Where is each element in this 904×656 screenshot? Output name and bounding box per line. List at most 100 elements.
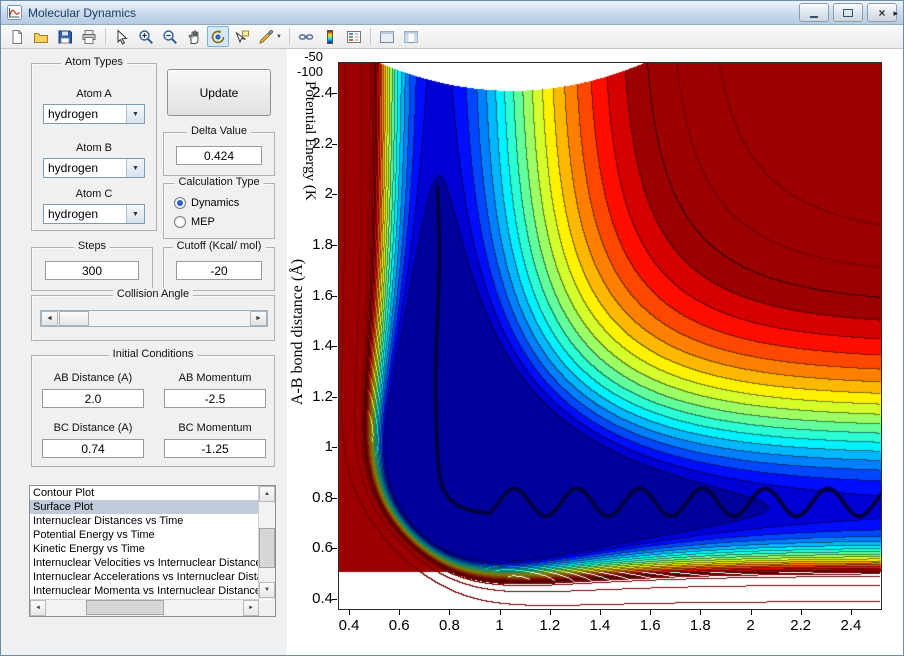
y-tick-label: 1.8 [312, 236, 333, 253]
atom-types-panel: Atom Types Atom A hydrogen ▼ Atom B hydr… [31, 56, 157, 231]
minimize-button[interactable] [799, 3, 829, 22]
slider-thumb[interactable] [59, 311, 89, 326]
y-tick-mark [332, 93, 337, 95]
y-tick-label: 1.4 [312, 337, 333, 355]
brush-button[interactable] [255, 26, 277, 47]
y-tick-label: 2.4 [312, 84, 333, 102]
list-horizontal-scrollbar[interactable]: ◄ ► [30, 599, 259, 616]
atom-b-dropdown[interactable]: hydrogen ▼ [43, 158, 145, 178]
slider-left-arrow-icon[interactable]: ◄ [41, 311, 58, 326]
atom-a-label: Atom A [76, 88, 112, 100]
x-tick-label: 1.2 [539, 617, 561, 634]
toolbar-overflow-icon[interactable]: ▸ [893, 8, 898, 19]
open-file-button[interactable] [30, 26, 52, 47]
titlebar[interactable]: Molecular Dynamics × [1, 1, 903, 25]
insert-colorbar-button[interactable] [319, 26, 341, 47]
vertical-scroll-track[interactable] [259, 502, 275, 582]
x-tick-label: 2 [746, 617, 755, 634]
close-icon: × [878, 5, 886, 20]
toolbar-separator [289, 28, 290, 45]
save-figure-button[interactable] [54, 26, 76, 47]
list-vertical-scrollbar[interactable]: ▲ ▼ [258, 486, 275, 599]
window-controls: × [799, 3, 897, 22]
zoom-in-button[interactable] [135, 26, 157, 47]
initial-conditions-panel-title: Initial Conditions [108, 348, 198, 360]
toolbar-separator [370, 28, 371, 45]
chevron-down-icon[interactable]: ▼ [126, 159, 144, 177]
zoom-out-button[interactable] [159, 26, 181, 47]
y-tick-label: 2 [324, 185, 333, 203]
ab-distance-label: AB Distance (A) [53, 372, 133, 384]
pan-button[interactable] [183, 26, 205, 47]
edit-plot-icon [114, 28, 130, 45]
y-tick-label: 0.6 [312, 539, 333, 557]
collision-angle-slider[interactable]: ◄ ► [40, 310, 268, 327]
list-item[interactable]: Potential Energy vs Time [30, 528, 258, 542]
steps-panel-title: Steps [73, 240, 111, 252]
list-item[interactable]: Kinetic Energy vs Time [30, 542, 258, 556]
show-plot-tools-button[interactable] [400, 26, 422, 47]
bc-momentum-input[interactable] [164, 439, 266, 458]
chevron-down-icon[interactable]: ▼ [126, 205, 144, 223]
open-file-icon [33, 29, 49, 45]
ab-momentum-input[interactable] [164, 389, 266, 408]
edit-plot-button[interactable] [111, 26, 133, 47]
atom-b-label: Atom B [75, 142, 113, 154]
cutoff-input[interactable] [176, 261, 262, 280]
rotate-3d-button[interactable] [207, 26, 229, 47]
slider-right-arrow-icon[interactable]: ► [250, 311, 267, 326]
chevron-down-icon[interactable]: ▼ [126, 105, 144, 123]
horizontal-scroll-thumb[interactable] [86, 600, 164, 615]
new-figure-button[interactable] [6, 26, 28, 47]
list-item[interactable]: Internuclear Accelerations vs Internucle… [30, 570, 258, 584]
y-tick-mark [332, 245, 337, 246]
x-tick-label: 1.6 [639, 617, 661, 634]
x-tick-mark [750, 610, 752, 615]
atom-b-value: hydrogen [48, 161, 99, 175]
toolbar-separator [105, 28, 106, 45]
ab-distance-input[interactable] [42, 389, 144, 408]
x-tick-mark [700, 610, 702, 615]
list-item[interactable]: Internuclear Momenta vs Internuclear Dis… [30, 584, 258, 598]
scroll-left-icon[interactable]: ◄ [30, 600, 46, 616]
scroll-down-icon[interactable]: ▼ [259, 582, 275, 598]
slider-track[interactable] [58, 311, 250, 326]
scroll-up-icon[interactable]: ▲ [259, 486, 275, 502]
calculation-type-panel: Calculation Type Dynamics MEP [163, 176, 275, 239]
atom-c-dropdown[interactable]: hydrogen ▼ [43, 204, 145, 224]
maximize-button[interactable] [833, 3, 863, 22]
y-tick-label: 0.8 [312, 488, 333, 506]
list-item[interactable]: Surface Plot [30, 500, 258, 514]
initial-conditions-panel: Initial Conditions AB Distance (A) AB Mo… [31, 348, 275, 467]
update-button[interactable]: Update [167, 69, 271, 116]
delta-value-input[interactable] [176, 146, 262, 165]
print-figure-button[interactable] [78, 26, 100, 47]
list-item[interactable]: Contour Plot [30, 486, 258, 500]
brush-dropdown-arrow-icon[interactable]: ▼ [276, 34, 285, 40]
z-tick-label: -50 [304, 49, 323, 64]
list-item[interactable]: Internuclear Distances vs Time [30, 514, 258, 528]
pes-contour-canvas[interactable] [339, 63, 881, 609]
list-item[interactable]: Internuclear Velocities vs Internuclear … [30, 556, 258, 570]
bc-distance-input[interactable] [42, 439, 144, 458]
scroll-right-icon[interactable]: ► [243, 600, 259, 616]
data-cursor-button[interactable] [231, 26, 253, 47]
y-tick-mark [332, 396, 337, 398]
new-figure-icon [9, 29, 25, 45]
radio-dynamics[interactable] [174, 197, 186, 209]
vertical-scroll-thumb[interactable] [259, 528, 275, 568]
link-plots-icon [298, 29, 314, 45]
y-tick-mark [332, 143, 337, 145]
x-tick-label: 0.8 [438, 617, 460, 634]
insert-legend-button[interactable] [343, 26, 365, 47]
maximize-icon [843, 8, 853, 17]
hide-plot-tools-button[interactable] [376, 26, 398, 47]
horizontal-scroll-track[interactable] [46, 600, 243, 615]
zoom-in-icon [138, 29, 154, 45]
steps-input[interactable] [45, 261, 139, 280]
radio-mep[interactable] [174, 216, 186, 228]
atom-a-dropdown[interactable]: hydrogen ▼ [43, 104, 145, 124]
x-tick-label: 0.4 [338, 617, 360, 634]
link-plots-button[interactable] [295, 26, 317, 47]
x-tick-mark [499, 610, 501, 615]
